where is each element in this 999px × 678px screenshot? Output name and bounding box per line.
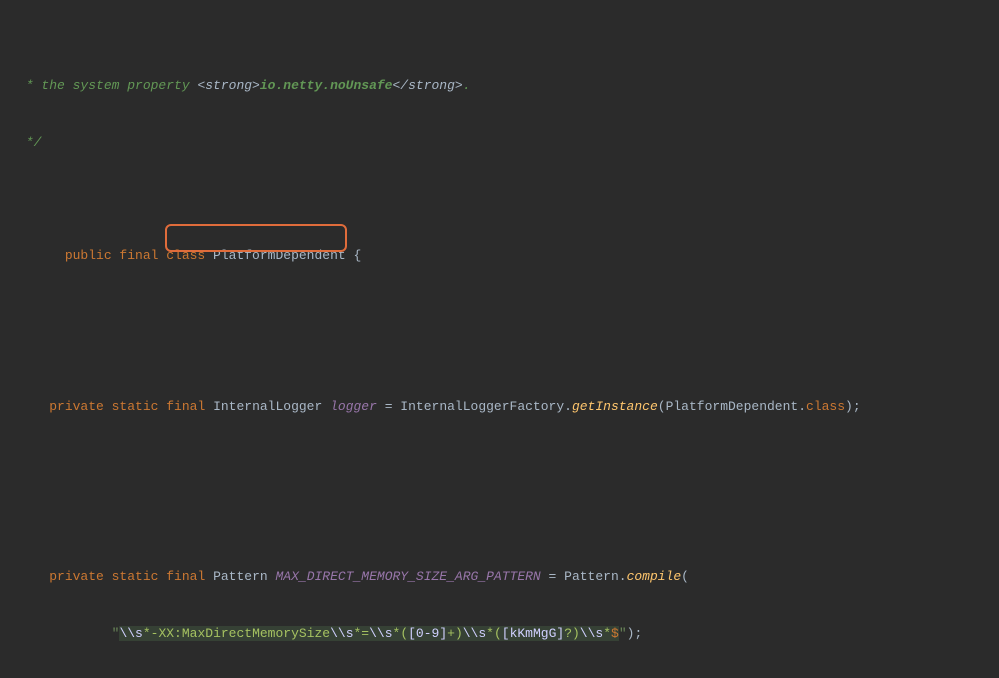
doc-comment-line: * the system property <strong>io.netty.n… — [18, 77, 999, 96]
field-pattern-regex: "\\s*-XX:MaxDirectMemorySize\\s*=\\s*([0… — [18, 625, 999, 644]
doc-comment-end: */ — [18, 134, 999, 153]
blank-line — [18, 304, 999, 323]
field-pattern: private static final Pattern MAX_DIRECT_… — [18, 568, 999, 587]
gutter — [0, 0, 14, 678]
blank-line — [18, 474, 999, 493]
code-editor[interactable]: * the system property <strong>io.netty.n… — [0, 0, 999, 678]
class-declaration: public final class PlatformDependent { — [18, 228, 999, 247]
code-area[interactable]: * the system property <strong>io.netty.n… — [18, 2, 999, 678]
field-logger: private static final InternalLogger logg… — [18, 398, 999, 417]
